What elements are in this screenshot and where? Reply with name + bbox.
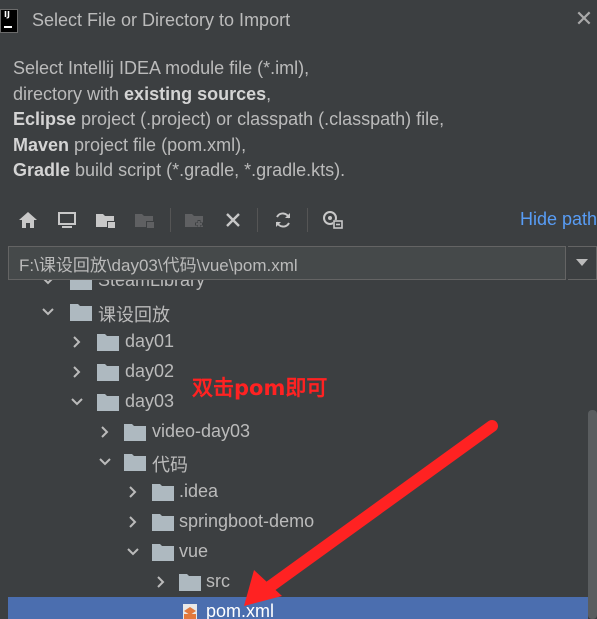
chevron-down-icon[interactable] <box>41 304 55 320</box>
intellij-logo-icon: IJ <box>0 9 18 33</box>
folder-icon <box>152 484 174 501</box>
chevron-down-icon <box>576 259 588 266</box>
desc-line-1: Select Intellij IDEA module file (*.iml)… <box>13 58 310 78</box>
tree-row[interactable]: .idea <box>8 477 588 507</box>
desc-line-3: Eclipse project (.project) or classpath … <box>13 109 445 129</box>
delete-icon[interactable] <box>220 207 246 233</box>
close-icon[interactable]: ✕ <box>574 8 594 32</box>
chevron-right-icon[interactable] <box>154 574 168 590</box>
tree-item-label: day03 <box>125 391 175 411</box>
toolbar-separator <box>307 208 308 232</box>
folder-icon <box>97 334 119 351</box>
chevron-down-icon[interactable] <box>98 454 112 470</box>
tree-item-label: 课设回放 <box>98 305 170 325</box>
chevron-right-icon[interactable] <box>98 424 112 440</box>
path-combobox <box>8 246 597 280</box>
dialog-titlebar: IJ Select File or Directory to Import ✕ <box>0 0 597 44</box>
tree-row[interactable]: src <box>8 567 588 597</box>
chevron-down-icon[interactable] <box>126 544 140 560</box>
file-tree[interactable]: SteamLibrary 课设回放 day01 day02 day03 vide… <box>8 280 588 619</box>
file-chooser-toolbar: Hide path <box>0 200 597 240</box>
chevron-right-icon[interactable] <box>126 484 140 500</box>
folder-icon <box>152 544 174 561</box>
tree-row[interactable]: SteamLibrary <box>8 280 588 296</box>
dialog-description: Select Intellij IDEA module file (*.iml)… <box>13 56 583 184</box>
new-folder-icon[interactable] <box>182 207 208 233</box>
folder-icon <box>70 280 92 290</box>
toolbar-separator <box>257 208 258 232</box>
tree-item-label: springboot-demo <box>179 511 315 531</box>
tree-row[interactable]: 代码 <box>8 447 588 477</box>
project-folder-icon[interactable] <box>93 207 119 233</box>
tree-row[interactable]: 课设回放 <box>8 297 588 327</box>
tree-item-label: day01 <box>125 331 175 351</box>
tree-scrollbar[interactable] <box>588 410 597 619</box>
refresh-icon[interactable] <box>270 207 296 233</box>
folder-icon <box>97 364 119 381</box>
maven-file-icon <box>183 604 197 619</box>
tree-row[interactable]: video-day03 <box>8 417 588 447</box>
tree-item-label: vue <box>179 541 209 561</box>
desc-line-2: directory with existing sources, <box>13 83 272 104</box>
tree-row-selected[interactable]: pom.xml <box>8 597 588 619</box>
tree-row[interactable]: day01 <box>8 327 588 357</box>
desc-line-5: Gradle build script (*.gradle, *.gradle.… <box>13 160 346 180</box>
tree-item-label: video-day03 <box>152 421 251 441</box>
tree-item-label: 代码 <box>152 455 188 475</box>
tree-item-label: .idea <box>179 481 219 501</box>
annotation-text: 双击pom即可 <box>192 372 328 402</box>
home-icon[interactable] <box>15 207 41 233</box>
folder-icon <box>124 454 146 471</box>
tree-item-label: SteamLibrary <box>98 280 206 290</box>
tree-row[interactable]: springboot-demo <box>8 507 588 537</box>
path-history-dropdown[interactable] <box>568 246 597 280</box>
folder-icon <box>124 424 146 441</box>
desktop-icon[interactable] <box>54 207 80 233</box>
folder-icon <box>152 514 174 531</box>
chevron-down-icon[interactable] <box>70 394 84 410</box>
chevron-down-icon[interactable] <box>41 280 55 289</box>
chevron-right-icon[interactable] <box>70 334 84 350</box>
desc-line-4: Maven project file (pom.xml), <box>13 134 247 155</box>
tree-item-label: pom.xml <box>206 601 275 619</box>
module-folder-icon[interactable] <box>132 207 158 233</box>
tree-item-label: day02 <box>125 361 175 381</box>
chevron-right-icon[interactable] <box>70 364 84 380</box>
path-input[interactable] <box>8 246 566 280</box>
folder-icon <box>179 574 201 591</box>
dialog-title: Select File or Directory to Import <box>32 10 291 30</box>
toolbar-separator <box>170 208 171 232</box>
tree-item-label: src <box>206 571 230 591</box>
folder-icon <box>97 394 119 411</box>
tree-row[interactable]: vue <box>8 537 588 567</box>
show-hidden-icon[interactable] <box>320 207 346 233</box>
chevron-right-icon[interactable] <box>126 514 140 530</box>
folder-icon <box>70 304 92 321</box>
hide-path-link[interactable]: Hide path <box>520 209 597 230</box>
